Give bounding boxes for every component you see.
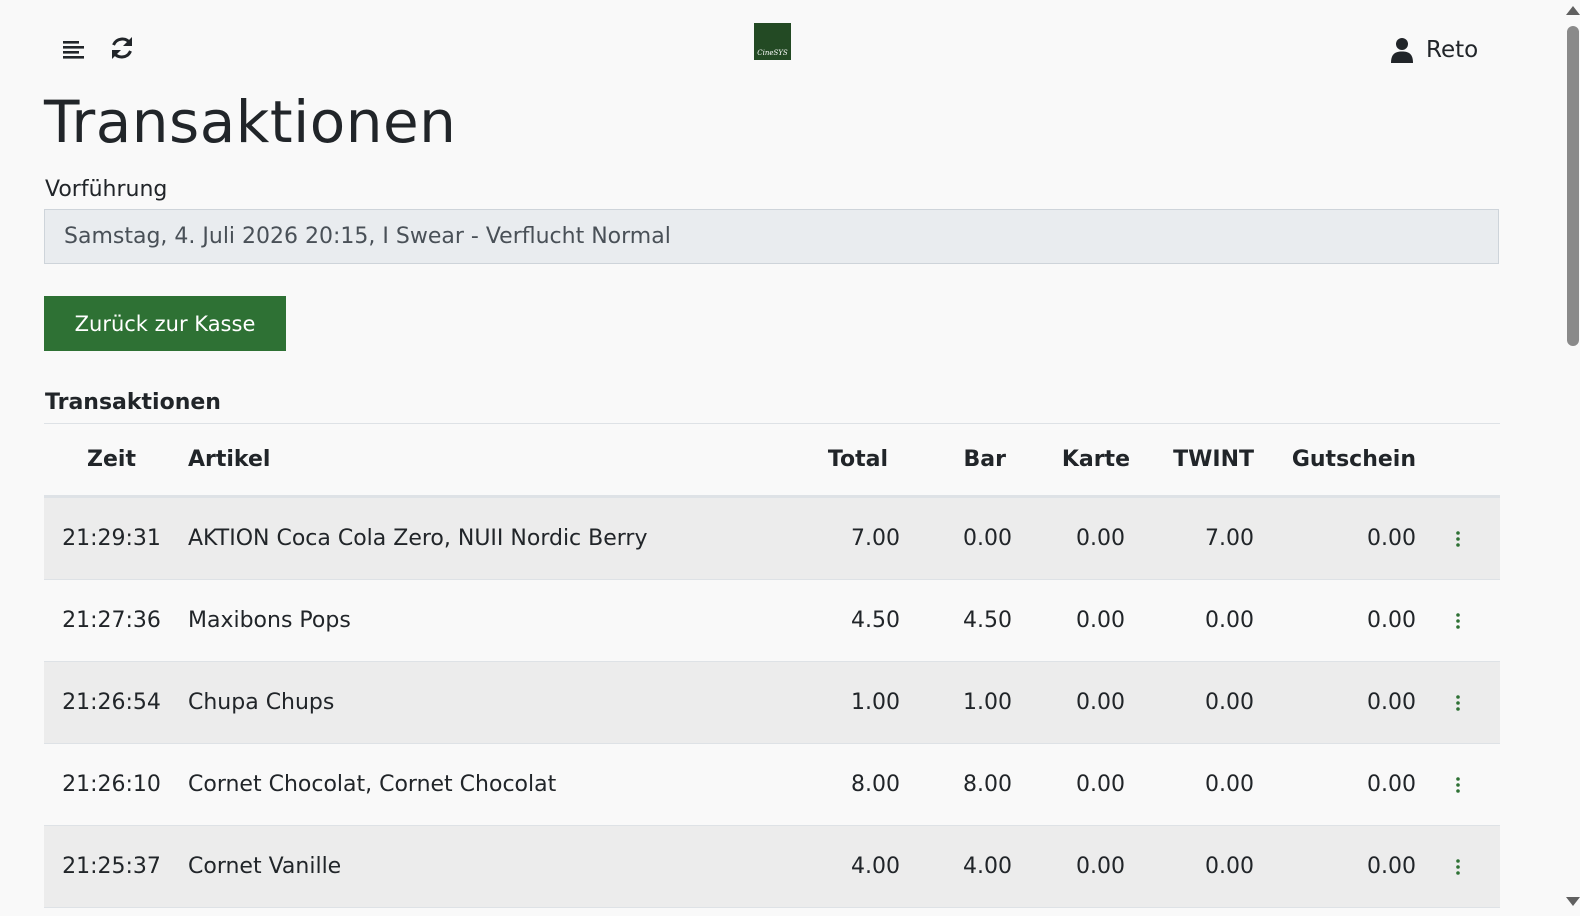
cell-twint: 0.00 [1135, 825, 1254, 908]
table-row[interactable]: 21:27:36 Maxibons Pops 4.50 4.50 0.00 0.… [44, 579, 1500, 662]
kebab-menu-icon[interactable] [1455, 611, 1461, 631]
cell-bar: 4.50 [910, 579, 1022, 662]
table-row[interactable]: 21:26:54 Chupa Chups 1.00 1.00 0.00 0.00… [44, 661, 1500, 744]
app-logo[interactable]: CineSYS [754, 23, 791, 60]
table-header-row: Zeit Artikel Total Bar Karte TWINT Gutsc… [44, 424, 1500, 498]
user-name: Reto [1426, 37, 1479, 63]
cell-total: 4.00 [789, 825, 910, 908]
section-title: Transaktionen [45, 390, 221, 415]
user-icon [1391, 38, 1413, 63]
column-header-twint[interactable]: TWINT [1135, 424, 1254, 498]
column-header-actions [1416, 424, 1500, 498]
cell-gutschein: 0.00 [1254, 496, 1416, 580]
back-to-checkout-button[interactable]: Zurück zur Kasse [44, 296, 286, 351]
kebab-menu-icon[interactable] [1455, 775, 1461, 795]
cell-karte: 0.00 [1022, 661, 1135, 744]
cell-total: 8.00 [789, 743, 910, 826]
page-title: Transaktionen [44, 88, 457, 156]
page: CineSYS Reto Transaktionen Vorführung Sa… [0, 0, 1548, 916]
cell-artikel: Cornet Vanille [179, 825, 789, 908]
cell-total: 4.50 [789, 579, 910, 662]
cell-bar: 0.00 [910, 496, 1022, 580]
row-actions-cell [1416, 661, 1500, 744]
kebab-menu-icon[interactable] [1455, 529, 1461, 549]
cell-zeit: 21:26:10 [44, 743, 179, 826]
cell-karte: 0.00 [1022, 743, 1135, 826]
column-header-karte[interactable]: Karte [1022, 424, 1135, 498]
row-actions-cell [1416, 579, 1500, 662]
cell-zeit: 21:26:54 [44, 661, 179, 744]
cell-twint: 0.00 [1135, 661, 1254, 744]
cell-total: 1.00 [789, 661, 910, 744]
transactions-table: Zeit Artikel Total Bar Karte TWINT Gutsc… [44, 424, 1500, 908]
cell-bar: 4.00 [910, 825, 1022, 908]
cell-twint: 7.00 [1135, 496, 1254, 580]
cell-twint: 0.00 [1135, 579, 1254, 662]
cell-karte: 0.00 [1022, 825, 1135, 908]
cell-artikel: Maxibons Pops [179, 579, 789, 662]
cell-karte: 0.00 [1022, 579, 1135, 662]
kebab-menu-icon[interactable] [1455, 857, 1461, 877]
cell-zeit: 21:27:36 [44, 579, 179, 662]
logo-text: CineSYS [757, 49, 788, 57]
column-header-total[interactable]: Total [789, 424, 910, 498]
cell-bar: 1.00 [910, 661, 1022, 744]
cell-gutschein: 0.00 [1254, 661, 1416, 744]
kebab-menu-icon[interactable] [1455, 693, 1461, 713]
refresh-icon[interactable] [108, 34, 136, 62]
cell-gutschein: 0.00 [1254, 743, 1416, 826]
column-header-bar[interactable]: Bar [910, 424, 1022, 498]
cell-gutschein: 0.00 [1254, 825, 1416, 908]
row-actions-cell [1416, 743, 1500, 826]
cell-artikel: Chupa Chups [179, 661, 789, 744]
user-menu[interactable]: Reto [1390, 34, 1478, 66]
vorfuehrung-select[interactable]: Samstag, 4. Juli 2026 20:15, I Swear - V… [44, 209, 1499, 264]
cell-total: 7.00 [789, 496, 910, 580]
scrollbar-thumb[interactable] [1567, 26, 1579, 346]
cell-twint: 0.00 [1135, 743, 1254, 826]
table-row[interactable]: 21:25:37 Cornet Vanille 4.00 4.00 0.00 0… [44, 825, 1500, 908]
scroll-up-arrow-icon[interactable] [1566, 6, 1580, 15]
cell-karte: 0.00 [1022, 496, 1135, 580]
column-header-zeit[interactable]: Zeit [44, 424, 179, 498]
vorfuehrung-label: Vorführung [45, 177, 168, 202]
cell-zeit: 21:25:37 [44, 825, 179, 908]
vertical-scrollbar[interactable] [1548, 0, 1580, 916]
column-header-gutschein[interactable]: Gutschein [1254, 424, 1416, 498]
cell-gutschein: 0.00 [1254, 579, 1416, 662]
cell-zeit: 21:29:31 [44, 496, 179, 580]
table-row[interactable]: 21:26:10 Cornet Chocolat, Cornet Chocola… [44, 743, 1500, 826]
cell-artikel: Cornet Chocolat, Cornet Chocolat [179, 743, 789, 826]
cell-artikel: AKTION Coca Cola Zero, NUII Nordic Berry [179, 496, 789, 580]
table-row[interactable]: 21:29:31 AKTION Coca Cola Zero, NUII Nor… [44, 496, 1500, 580]
row-actions-cell [1416, 825, 1500, 908]
row-actions-cell [1416, 496, 1500, 580]
column-header-artikel[interactable]: Artikel [179, 424, 789, 498]
scroll-down-arrow-icon[interactable] [1566, 897, 1580, 906]
vorfuehrung-value: Samstag, 4. Juli 2026 20:15, I Swear - V… [64, 224, 671, 249]
menu-icon[interactable] [62, 38, 86, 62]
cell-bar: 8.00 [910, 743, 1022, 826]
